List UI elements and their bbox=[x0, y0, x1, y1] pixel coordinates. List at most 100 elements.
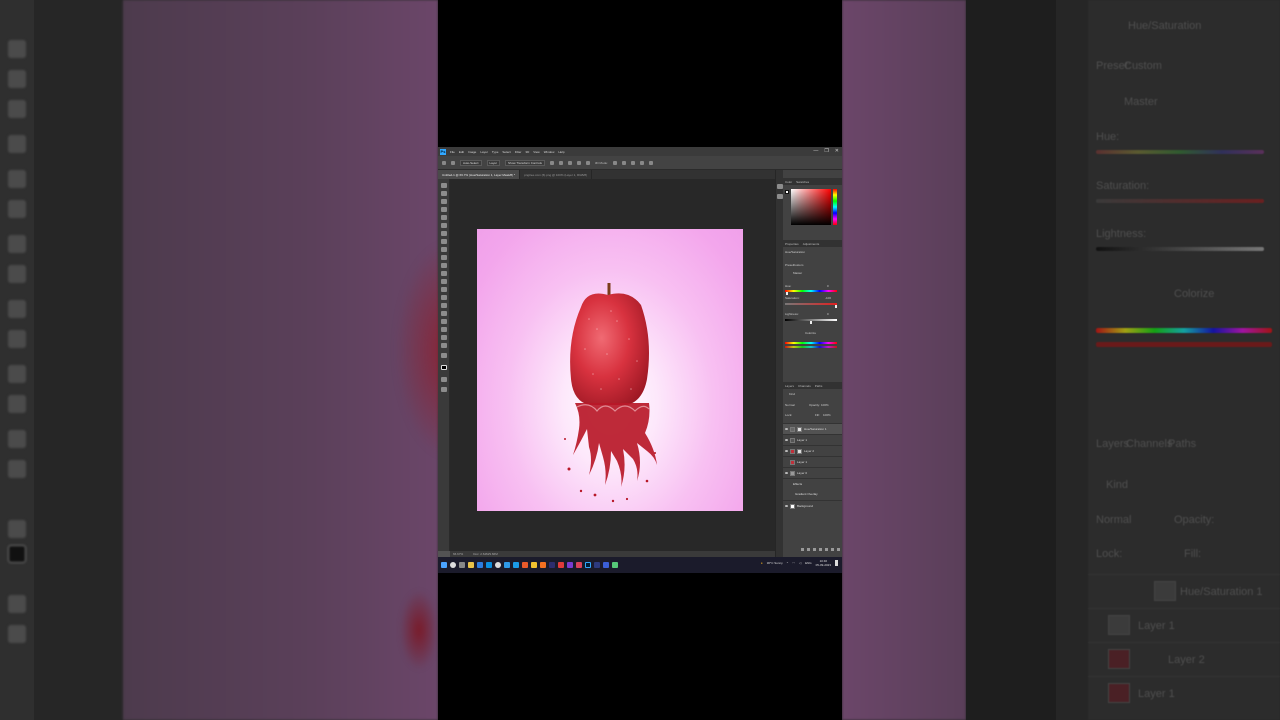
3d-roll-icon[interactable] bbox=[621, 160, 626, 165]
zoom-level[interactable]: 66.67% bbox=[453, 552, 463, 556]
app-icon[interactable] bbox=[594, 562, 600, 568]
menu-filter[interactable]: Filter bbox=[515, 150, 522, 154]
eye-icon[interactable] bbox=[785, 472, 788, 474]
tab-pngtree[interactable]: pngtree.com (6).png @ 100% (Layer 1, RGB… bbox=[520, 170, 593, 179]
premiere-icon[interactable] bbox=[567, 562, 573, 568]
minimize-button[interactable]: — bbox=[813, 148, 818, 154]
auto-select-dropdown[interactable]: Layer bbox=[486, 159, 501, 166]
edit-toolbar-icon[interactable] bbox=[441, 353, 447, 358]
after-effects-icon[interactable] bbox=[549, 562, 555, 568]
tab-layers[interactable]: Layers bbox=[785, 384, 794, 388]
gradient-tool-icon[interactable] bbox=[441, 279, 447, 284]
auto-select-checkbox[interactable]: Auto-Select bbox=[460, 159, 482, 166]
tab-channels[interactable]: Channels bbox=[798, 384, 811, 388]
path-select-tool-icon[interactable] bbox=[441, 319, 447, 324]
network-icon[interactable]: ◠ bbox=[792, 561, 795, 565]
screen-mode-icon[interactable] bbox=[441, 387, 447, 392]
app-icon[interactable] bbox=[612, 562, 618, 568]
mask-icon[interactable] bbox=[813, 547, 816, 551]
menu-file[interactable]: File bbox=[450, 150, 455, 154]
frame-tool-icon[interactable] bbox=[441, 223, 447, 228]
move-tool-icon[interactable] bbox=[442, 160, 446, 165]
volume-icon[interactable]: ◁ bbox=[799, 561, 801, 565]
lightness-value[interactable]: 0 bbox=[827, 312, 829, 316]
distribute-icon[interactable] bbox=[576, 160, 581, 165]
brush-tool-icon[interactable] bbox=[441, 247, 447, 252]
tab-untitled-1[interactable]: Untitled-1 @ 66.7% (Hue/Saturation 1, La… bbox=[438, 170, 521, 179]
saturation-slider-track[interactable] bbox=[785, 303, 837, 305]
blur-tool-icon[interactable] bbox=[441, 287, 447, 292]
layer-row[interactable]: Layer 1 bbox=[783, 456, 842, 467]
healing-tool-icon[interactable] bbox=[441, 239, 447, 244]
hue-value[interactable]: 0 bbox=[827, 284, 829, 288]
canvas-area[interactable] bbox=[450, 179, 775, 551]
preset-dropdown[interactable]: Custom bbox=[793, 263, 803, 267]
saturation-slider-knob[interactable] bbox=[835, 305, 837, 308]
quick-mask-icon[interactable] bbox=[441, 377, 447, 382]
app-icon[interactable] bbox=[531, 562, 537, 568]
tray-chevron-icon[interactable]: ^ bbox=[787, 561, 788, 565]
search-icon[interactable] bbox=[450, 562, 456, 568]
weather-text[interactable]: 30°C Sunny bbox=[767, 561, 783, 565]
layer-row[interactable]: Layer 0 bbox=[783, 467, 842, 478]
notification-icon[interactable] bbox=[835, 560, 838, 566]
chrome-icon[interactable] bbox=[495, 562, 501, 568]
app-icon[interactable] bbox=[576, 562, 582, 568]
tool-preset-icon[interactable] bbox=[451, 160, 455, 165]
eye-icon[interactable] bbox=[785, 450, 788, 452]
language-indicator[interactable]: ENG bbox=[805, 561, 812, 565]
hue-slider-track[interactable] bbox=[785, 290, 837, 292]
layer-row[interactable]: Layer 2 bbox=[783, 445, 842, 456]
vlc-icon[interactable] bbox=[540, 562, 546, 568]
tab-properties[interactable]: Properties bbox=[785, 242, 799, 246]
saturation-value[interactable]: -100 bbox=[825, 296, 831, 300]
trash-icon[interactable] bbox=[837, 547, 840, 551]
app-icon[interactable] bbox=[522, 562, 528, 568]
eye-icon[interactable] bbox=[785, 439, 788, 441]
dodge-tool-icon[interactable] bbox=[441, 295, 447, 300]
menu-select[interactable]: Select bbox=[502, 150, 510, 154]
3d-scale-icon[interactable] bbox=[648, 160, 653, 165]
opacity-value[interactable]: 100% bbox=[821, 403, 829, 407]
link-layers-icon[interactable] bbox=[801, 547, 804, 551]
align-right-icon[interactable] bbox=[567, 160, 572, 165]
marquee-tool-icon[interactable] bbox=[441, 191, 447, 196]
menu-image[interactable]: Image bbox=[468, 150, 476, 154]
tab-color[interactable]: Color bbox=[785, 180, 792, 184]
3d-rotate-icon[interactable] bbox=[612, 160, 617, 165]
app-icon[interactable] bbox=[603, 562, 609, 568]
blend-mode-dropdown[interactable]: Normal bbox=[785, 403, 795, 407]
group-icon[interactable] bbox=[825, 547, 828, 551]
store-icon[interactable] bbox=[486, 562, 492, 568]
eye-icon[interactable] bbox=[785, 428, 788, 430]
lightness-slider-knob[interactable] bbox=[810, 321, 812, 324]
3d-drag-icon[interactable] bbox=[630, 160, 635, 165]
history-brush-tool-icon[interactable] bbox=[441, 263, 447, 268]
crop-tool-icon[interactable] bbox=[441, 215, 447, 220]
fill-value[interactable]: 100% bbox=[823, 413, 831, 417]
tab-paths[interactable]: Paths bbox=[815, 384, 823, 388]
align-left-icon[interactable] bbox=[549, 160, 554, 165]
zoom-tool-icon[interactable] bbox=[441, 343, 447, 348]
color-picker-field[interactable] bbox=[791, 189, 831, 225]
lasso-tool-icon[interactable] bbox=[441, 199, 447, 204]
3d-slide-icon[interactable] bbox=[639, 160, 644, 165]
layer-row-background[interactable]: Background bbox=[783, 500, 842, 511]
menu-layer[interactable]: Layer bbox=[480, 150, 488, 154]
show-transform-checkbox[interactable]: Show Transform Controls bbox=[505, 159, 545, 166]
task-view-icon[interactable] bbox=[459, 562, 465, 568]
windows-start-icon[interactable] bbox=[441, 562, 447, 568]
menu-type[interactable]: Type bbox=[492, 150, 499, 154]
app-icon[interactable] bbox=[558, 562, 564, 568]
menu-view[interactable]: View bbox=[533, 150, 539, 154]
layer-row-hue-saturation[interactable]: Hue/Saturation 1 bbox=[783, 423, 842, 434]
menu-help[interactable]: Help bbox=[558, 150, 564, 154]
fx-icon[interactable] bbox=[807, 547, 810, 551]
eye-icon[interactable] bbox=[785, 505, 788, 507]
quick-select-tool-icon[interactable] bbox=[441, 207, 447, 212]
maximize-button[interactable]: ❐ bbox=[824, 148, 828, 154]
hue-slider[interactable] bbox=[833, 189, 837, 225]
layer-row[interactable]: Layer 1 bbox=[783, 434, 842, 445]
type-tool-icon[interactable] bbox=[441, 311, 447, 316]
stamp-tool-icon[interactable] bbox=[441, 255, 447, 260]
